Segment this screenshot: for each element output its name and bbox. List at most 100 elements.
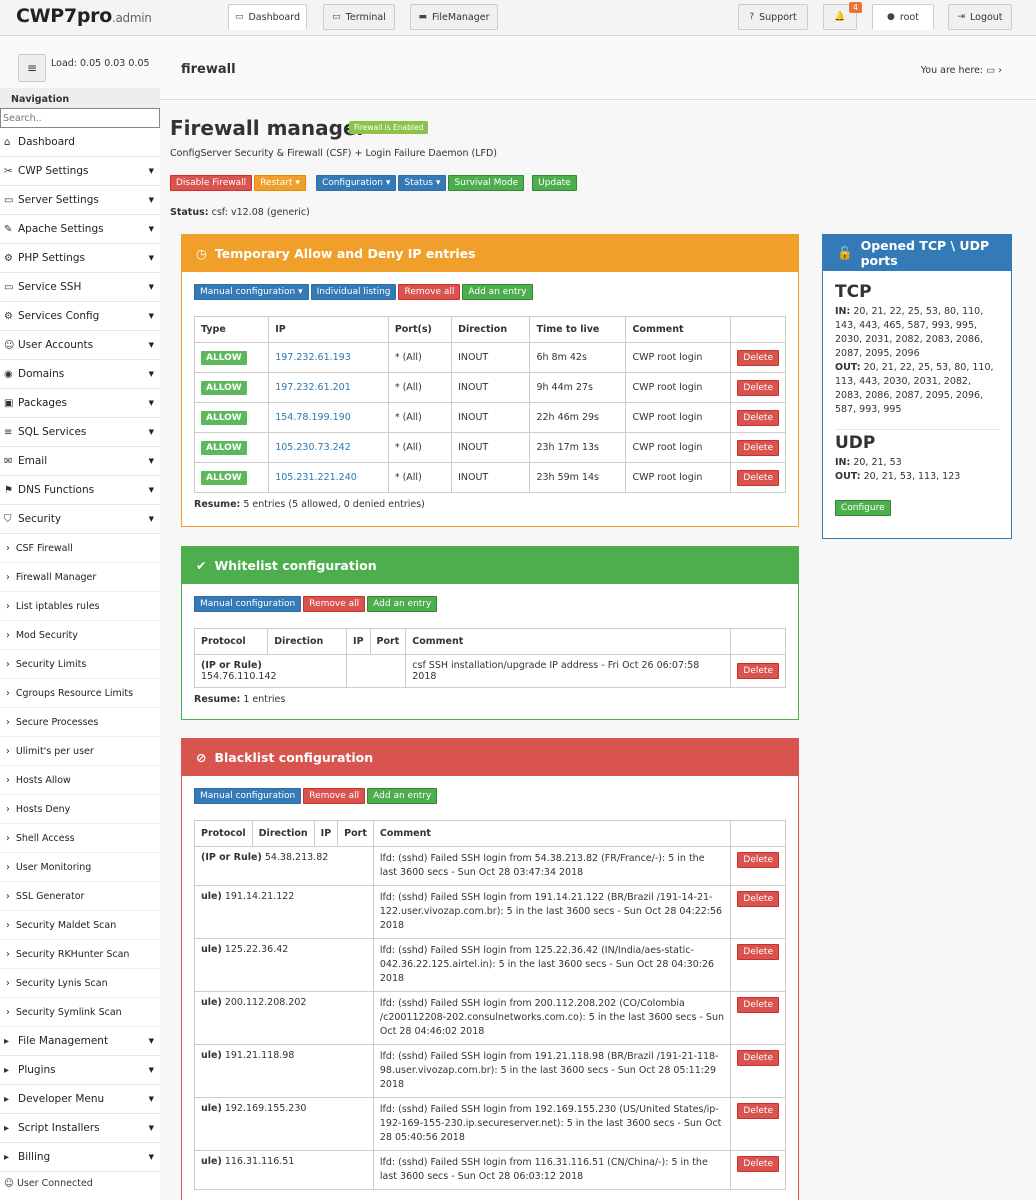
sidebar-item-services-config[interactable]: ⚙ Services Config ▼: [0, 302, 160, 331]
update-button[interactable]: Update: [532, 175, 577, 191]
question-icon: ?: [749, 12, 755, 22]
sidebar-item-sql-services[interactable]: ≡ SQL Services ▼: [0, 418, 160, 447]
delete-button[interactable]: Delete: [737, 439, 779, 456]
delete-button[interactable]: Delete: [737, 379, 779, 396]
add-entry-button[interactable]: Add an entry: [462, 284, 533, 300]
column-header: Time to live: [529, 316, 627, 343]
menu-icon: ☺: [4, 339, 15, 351]
column-header: Port(s): [387, 316, 453, 343]
sidebar-item-file-management[interactable]: ▸ File Management ▼: [0, 1027, 160, 1056]
submenu-item-secure-processes[interactable]: Secure Processes: [0, 708, 160, 737]
database-icon[interactable]: ≡: [18, 54, 46, 82]
restart-button[interactable]: Restart ▾: [254, 175, 306, 191]
submenu-item-hosts-allow[interactable]: Hosts Allow: [0, 766, 160, 795]
manual-configuration-button[interactable]: Manual configuration ▾: [194, 284, 309, 300]
divider: [835, 429, 999, 430]
sidebar-item-email[interactable]: ✉ Email ▼: [0, 447, 160, 476]
ip-link[interactable]: 197.232.61.193: [275, 352, 351, 363]
whitelist-add-entry-button[interactable]: Add an entry: [367, 596, 438, 612]
submenu-item-csf-firewall[interactable]: CSF Firewall: [0, 534, 160, 563]
blacklist-add-entry-button[interactable]: Add an entry: [367, 788, 438, 804]
sidebar-item-php-settings[interactable]: ⚙ PHP Settings ▼: [0, 244, 160, 273]
configure-ports-button[interactable]: Configure: [835, 500, 891, 516]
delete-button[interactable]: Delete: [737, 409, 779, 426]
blacklist-remove-all-button[interactable]: Remove all: [303, 788, 366, 804]
monitor-icon[interactable]: ▭: [986, 65, 995, 76]
submenu-item-security-lynis-scan[interactable]: Security Lynis Scan: [0, 969, 160, 998]
delete-button[interactable]: Delete: [737, 349, 779, 366]
sidebar-item-server-settings[interactable]: ▭ Server Settings ▼: [0, 186, 160, 215]
submenu-item-security-symlink-scan[interactable]: Security Symlink Scan: [0, 998, 160, 1027]
whitelist-manual-button[interactable]: Manual configuration: [194, 596, 302, 612]
ip-link[interactable]: 105.230.73.242: [275, 442, 351, 453]
whitelist-remove-all-button[interactable]: Remove all: [303, 596, 366, 612]
column-header: Protocol: [193, 628, 269, 655]
submenu-item-cgroups-resource-limits[interactable]: Cgroups Resource Limits: [0, 679, 160, 708]
survival-mode-button[interactable]: Survival Mode: [448, 175, 525, 191]
sidebar-item-packages[interactable]: ▣ Packages ▼: [0, 389, 160, 418]
delete-button[interactable]: Delete: [737, 469, 779, 486]
sidebar-item-script-installers[interactable]: ▸ Script Installers ▼: [0, 1114, 160, 1143]
table-row: ule) 116.31.116.51 lfd: (sshd) Failed SSH…: [194, 1150, 786, 1190]
terminal-button[interactable]: ▭ Terminal: [323, 4, 395, 30]
menu-icon: ⚙: [4, 252, 13, 264]
submenu-item-firewall-manager[interactable]: Firewall Manager: [0, 563, 160, 592]
remove-all-button[interactable]: Remove all: [398, 284, 461, 300]
submenu-item-security-limits[interactable]: Security Limits: [0, 650, 160, 679]
nav-search-input[interactable]: [0, 108, 160, 128]
sidebar-item-security[interactable]: ⛉ Security ▼: [0, 505, 160, 534]
delete-button[interactable]: Delete: [737, 944, 779, 960]
submenu-item-shell-access[interactable]: Shell Access: [0, 824, 160, 853]
disable-firewall-button[interactable]: Disable Firewall: [170, 175, 253, 191]
menu-icon: ⌂: [4, 136, 11, 148]
user-connected: ☺ User Connected: [4, 1178, 93, 1189]
submenu-item-list-iptables-rules[interactable]: List iptables rules: [0, 592, 160, 621]
ip-link[interactable]: 197.232.61.201: [275, 382, 351, 393]
dashboard-button[interactable]: ▭ Dashboard: [228, 4, 307, 30]
sidebar-item-user-accounts[interactable]: ☺ User Accounts ▼: [0, 331, 160, 360]
menu-icon: ✎: [4, 223, 13, 235]
user-menu-button[interactable]: ● root: [872, 4, 934, 30]
delete-button[interactable]: Delete: [737, 1103, 779, 1119]
delete-button[interactable]: Delete: [737, 997, 779, 1013]
submenu-item-security-maldet-scan[interactable]: Security Maldet Scan: [0, 911, 160, 940]
menu-icon: ▣: [4, 397, 14, 409]
brand-logo[interactable]: CWP7pro.admin: [16, 5, 152, 27]
submenu-item-mod-security[interactable]: Mod Security: [0, 621, 160, 650]
submenu-item-ulimit-s-per-user[interactable]: Ulimit's per user: [0, 737, 160, 766]
blacklist-manual-button[interactable]: Manual configuration: [194, 788, 302, 804]
logout-button[interactable]: ⇥ Logout: [948, 4, 1012, 30]
tcp-heading: TCP: [835, 282, 872, 302]
delete-button[interactable]: Delete: [737, 1050, 779, 1066]
sidebar-item-service-ssh[interactable]: ▭ Service SSH ▼: [0, 273, 160, 302]
monitor-icon: ▭: [234, 12, 244, 22]
notifications-button[interactable]: 🔔 4: [823, 2, 862, 30]
sidebar-item-billing[interactable]: ▸ Billing ▼: [0, 1143, 160, 1172]
menu-icon: ▸: [4, 1064, 10, 1076]
sidebar-item-plugins[interactable]: ▸ Plugins ▼: [0, 1056, 160, 1085]
sidebar-item-dns-functions[interactable]: ⚑ DNS Functions ▼: [0, 476, 160, 505]
sidebar-item-domains[interactable]: ◉ Domains ▼: [0, 360, 160, 389]
clock-icon: ◷: [196, 246, 207, 261]
whitelist-title: Whitelist configuration: [214, 558, 377, 573]
filemanager-button[interactable]: ▬ FileManager: [410, 4, 498, 30]
submenu-item-security-rkhunter-scan[interactable]: Security RKHunter Scan: [0, 940, 160, 969]
sidebar-item-developer-menu[interactable]: ▸ Developer Menu ▼: [0, 1085, 160, 1114]
sidebar-item-apache-settings[interactable]: ✎ Apache Settings ▼: [0, 215, 160, 244]
support-button[interactable]: ? Support: [738, 4, 808, 30]
submenu-item-user-monitoring[interactable]: User Monitoring: [0, 853, 160, 882]
sidebar-item-dashboard[interactable]: ⌂ Dashboard: [0, 128, 160, 157]
ip-link[interactable]: 154.78.199.190: [275, 412, 351, 423]
ip-link[interactable]: 105.231.221.240: [275, 472, 357, 483]
configuration-button[interactable]: Configuration ▾: [315, 175, 397, 191]
submenu-item-hosts-deny[interactable]: Hosts Deny: [0, 795, 160, 824]
individual-listing-button[interactable]: Individual listing: [310, 284, 397, 300]
status-button[interactable]: Status ▾: [398, 175, 447, 191]
submenu-item-ssl-generator[interactable]: SSL Generator: [0, 882, 160, 911]
delete-button[interactable]: Delete: [737, 663, 779, 679]
sidebar-item-cwp-settings[interactable]: ✂ CWP Settings ▼: [0, 157, 160, 186]
menu-icon: ▸: [4, 1151, 10, 1163]
delete-button[interactable]: Delete: [737, 891, 779, 907]
delete-button[interactable]: Delete: [737, 1156, 779, 1172]
delete-button[interactable]: Delete: [737, 852, 779, 868]
